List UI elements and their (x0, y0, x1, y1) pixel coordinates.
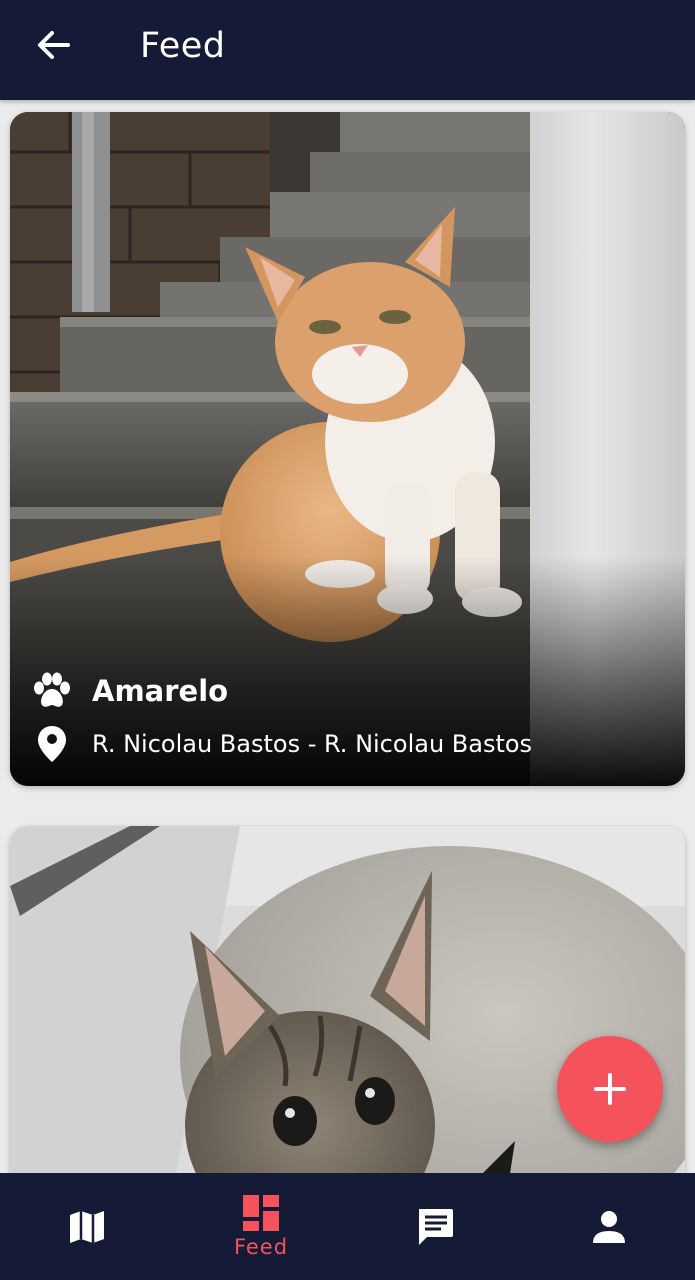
pet-name: Amarelo (92, 674, 229, 708)
nav-feed-label: Feed (233, 1234, 289, 1259)
feed-list[interactable]: Amarelo R. Nicolau Bastos - R. Nicolau B… (0, 100, 695, 1173)
bottom-nav: Feed (0, 1173, 695, 1280)
feed-icon (243, 1194, 279, 1231)
pet-address: R. Nicolau Bastos - R. Nicolau Bastos (92, 730, 533, 758)
pet-name-row: Amarelo (32, 671, 228, 711)
add-post-button[interactable] (557, 1036, 663, 1142)
app-bar: Feed (0, 0, 695, 100)
page-title: Feed (140, 26, 226, 66)
nav-feed[interactable]: Feed (174, 1173, 348, 1280)
map-icon (70, 1210, 104, 1243)
nav-map[interactable] (0, 1173, 174, 1280)
profile-icon (593, 1210, 625, 1243)
pet-card[interactable]: Amarelo R. Nicolau Bastos - R. Nicolau B… (10, 112, 685, 786)
nav-profile[interactable] (522, 1173, 695, 1280)
back-button[interactable] (28, 22, 78, 68)
chat-icon (419, 1208, 453, 1245)
arrow-left-icon (38, 31, 70, 59)
paw-icon (32, 671, 72, 711)
plus-icon (594, 1073, 626, 1105)
pet-address-row: R. Nicolau Bastos - R. Nicolau Bastos (32, 724, 532, 764)
location-pin-icon (32, 724, 72, 764)
nav-chat[interactable] (348, 1173, 522, 1280)
